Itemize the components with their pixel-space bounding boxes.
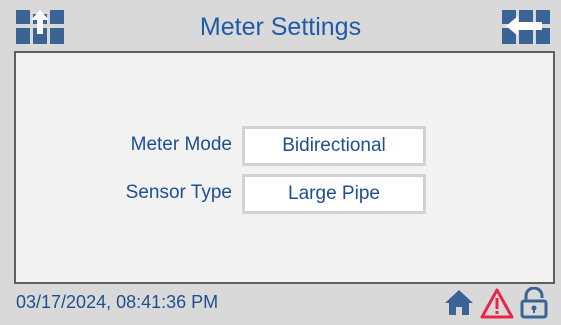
header-bar: Meter Settings: [0, 0, 561, 50]
page-title: Meter Settings: [199, 13, 362, 41]
meter-mode-label: Meter Mode: [130, 134, 232, 155]
settings-panel: Meter Mode Bidirectional Sensor Type Lar…: [14, 51, 555, 284]
datetime-display: 03/17/2024, 08:41:36 PM: [16, 292, 219, 312]
sensor-type-label: Sensor Type: [125, 182, 232, 203]
warning-icon: [480, 288, 514, 319]
home-icon: [445, 290, 473, 315]
screen: Meter Settings Meter Mode Bidirectional …: [0, 0, 561, 325]
back-arrow-icon: [502, 10, 550, 44]
upload-button[interactable]: [16, 10, 64, 44]
meter-mode-field[interactable]: Bidirectional: [242, 126, 426, 166]
sensor-type-field[interactable]: Large Pipe: [242, 174, 426, 214]
lock-button[interactable]: [519, 287, 549, 319]
status-bar: 03/17/2024, 08:41:36 PM: [0, 284, 561, 325]
home-button[interactable]: [444, 287, 474, 317]
sensor-type-row: Sensor Type Large Pipe: [16, 174, 553, 214]
back-button[interactable]: [502, 10, 550, 44]
upload-arrow-icon: [16, 10, 64, 44]
warning-button[interactable]: [480, 287, 514, 319]
meter-mode-row: Meter Mode Bidirectional: [16, 126, 553, 166]
unlock-icon: [520, 287, 548, 319]
